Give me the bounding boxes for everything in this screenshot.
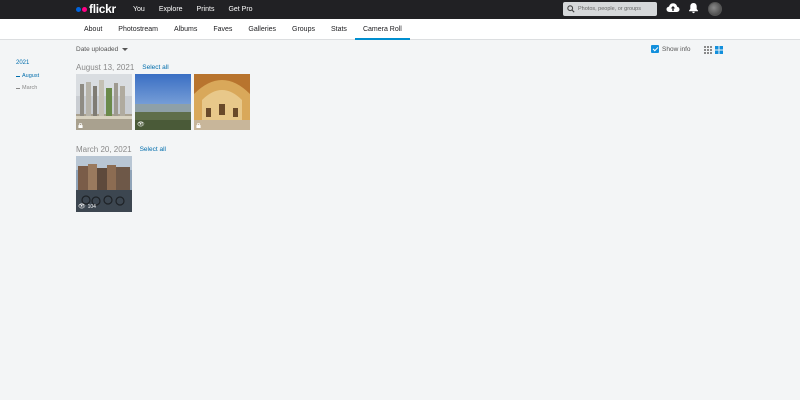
date-timeline: 2021 August March (16, 60, 39, 97)
select-all-link[interactable]: Select all (142, 64, 168, 71)
photo-ruins (76, 74, 132, 130)
search-icon (567, 5, 575, 13)
timeline-month-label: August (22, 73, 40, 79)
profile-subnav: About Photostream Albums Faves Galleries… (0, 19, 800, 40)
select-all-link[interactable]: Select all (140, 146, 166, 153)
chevron-down-icon (122, 48, 129, 51)
photo-thumbnail[interactable]: 👁 (135, 74, 191, 130)
logo-blue-dot (76, 6, 81, 12)
nav-get-pro[interactable]: Get Pro (228, 6, 252, 13)
logo-pink-dot (82, 6, 87, 12)
eye-icon: 👁 (137, 122, 145, 128)
eye-icon: 👁 (78, 204, 86, 210)
nav-you[interactable]: You (133, 6, 145, 13)
flickr-logo[interactable]: flickr (76, 2, 116, 16)
section-date: March 20, 2021 (76, 145, 132, 154)
user-avatar[interactable] (708, 2, 722, 16)
photo-thumbnail[interactable] (194, 74, 250, 130)
upload-cloud-icon[interactable] (666, 2, 680, 14)
privacy-badge (78, 123, 83, 128)
tab-faves[interactable]: Faves (205, 19, 240, 40)
notification-bell-icon[interactable] (688, 2, 699, 14)
search-box[interactable] (563, 2, 657, 16)
photo-dome (194, 74, 250, 130)
timeline-month-august[interactable]: August (16, 73, 39, 79)
logo-text: flickr (89, 2, 116, 16)
timeline-month-march[interactable]: March (16, 85, 39, 91)
tab-camera-roll[interactable]: Camera Roll (354, 19, 410, 40)
nav-prints[interactable]: Prints (197, 6, 215, 13)
top-navbar: flickr You Explore Prints Get Pro (0, 0, 800, 19)
tab-groups[interactable]: Groups (284, 19, 323, 40)
tab-galleries[interactable]: Galleries (240, 19, 284, 40)
photo-thumbnail[interactable]: 👁 104 (76, 156, 132, 212)
search-input[interactable] (578, 6, 656, 12)
top-nav-links: You Explore Prints Get Pro (133, 0, 267, 19)
timeline-dash (16, 75, 20, 77)
sort-dropdown[interactable]: Date uploaded (76, 46, 129, 53)
section-header: August 13, 2021 Select all (76, 63, 169, 72)
privacy-badge (196, 123, 201, 128)
timeline-year[interactable]: 2021 (16, 60, 39, 66)
section-date: August 13, 2021 (76, 63, 135, 72)
lock-icon (196, 123, 201, 128)
view-count: 104 (87, 203, 96, 210)
lock-icon (78, 123, 83, 128)
tab-stats[interactable]: Stats (323, 19, 355, 40)
privacy-badge: 👁 104 (78, 203, 96, 211)
tab-albums[interactable]: Albums (166, 19, 205, 40)
tab-photostream[interactable]: Photostream (110, 19, 166, 40)
tab-about[interactable]: About (76, 19, 110, 40)
show-info-label: Show info (662, 45, 691, 53)
show-info-checkbox[interactable] (651, 45, 659, 53)
large-grid-view-icon[interactable] (715, 46, 723, 54)
section-header: March 20, 2021 Select all (76, 145, 166, 154)
timeline-dash (16, 87, 20, 89)
small-grid-view-icon[interactable] (704, 46, 712, 54)
timeline-month-label: March (22, 85, 38, 91)
show-info-toggle[interactable]: Show info (651, 45, 691, 53)
nav-explore[interactable]: Explore (159, 6, 183, 13)
sort-label: Date uploaded (76, 46, 119, 53)
photo-thumbnail[interactable] (76, 74, 132, 130)
privacy-badge: 👁 (137, 121, 145, 128)
